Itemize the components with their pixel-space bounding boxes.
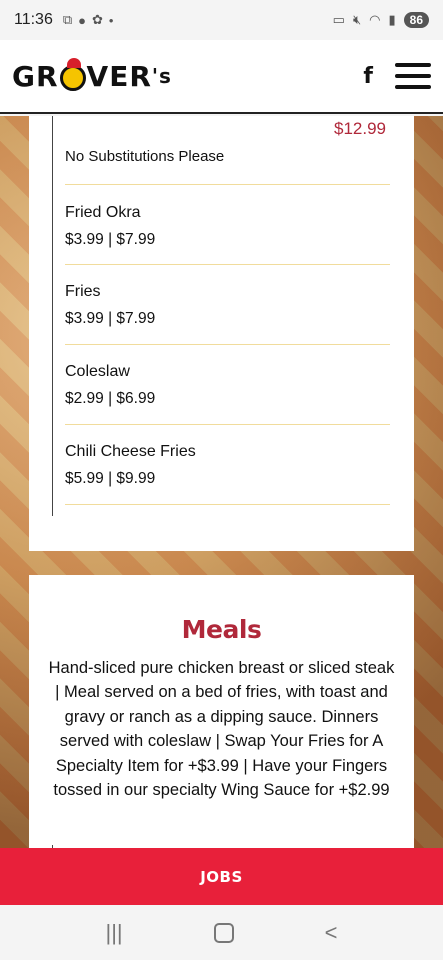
item-price: $5.99 | $9.99: [65, 470, 156, 487]
item-price: $3.99 | $7.99: [65, 231, 156, 248]
status-bar: 11:36 ⧉ ● ✿ • ▭ 🔇︎ ◠ ▮ 86: [0, 0, 443, 40]
meals-title: Meals: [181, 615, 262, 644]
menu-line: [395, 74, 431, 78]
screen-record-icon: ⧉: [62, 12, 73, 27]
home-button[interactable]: [213, 922, 234, 943]
separator: [65, 424, 390, 425]
signal-icon: ▮: [388, 12, 396, 27]
item-price: $2.99 | $6.99: [65, 390, 156, 407]
grovers-logo[interactable]: GR VER 's: [12, 58, 172, 93]
menu-line: [395, 63, 431, 67]
logo-text-post: VER: [86, 59, 152, 93]
item-price: $3.99 | $7.99: [65, 310, 156, 327]
menu-button[interactable]: [395, 63, 431, 89]
separator: [65, 264, 390, 265]
system-icons: ▭ 🔇︎ ◠ ▮ 86: [333, 12, 429, 28]
menu-note: No Substitutions Please: [65, 148, 225, 165]
cast-icon: ▭: [332, 12, 345, 27]
item-name: Chili Cheese Fries: [65, 443, 196, 460]
menu-item: Coleslaw $2.99 | $6.99: [65, 363, 390, 408]
item-name: Fried Okra: [65, 204, 141, 221]
meals-card: Meals Hand-sliced pure chicken breast or…: [29, 575, 414, 865]
vertical-rule: [52, 116, 53, 516]
menu-line: [395, 85, 431, 89]
battery-indicator: 86: [403, 12, 429, 28]
item-price: $12.99: [334, 119, 386, 138]
facebook-icon[interactable]: f: [363, 64, 373, 89]
dot-icon: •: [108, 12, 114, 28]
messenger-icon: ●: [78, 12, 87, 28]
separator: [65, 344, 390, 345]
menu-item: Fries $3.99 | $7.99: [65, 283, 390, 328]
site-header: GR VER 's f: [0, 40, 443, 114]
logo-text-pre: GR: [12, 59, 59, 93]
system-nav-bar: ||| <: [0, 905, 443, 960]
menu-item: Fried Okra $3.99 | $7.99: [65, 204, 390, 249]
separator: [65, 504, 390, 505]
notification-icons: ⧉ ● ✿ •: [63, 12, 114, 28]
meals-description: Hand-sliced pure chicken breast or slice…: [48, 659, 395, 800]
item-name: Coleslaw: [65, 363, 130, 380]
separator: [65, 184, 390, 185]
jobs-label: JOBS: [200, 867, 243, 886]
app-icon: ✿: [92, 12, 103, 27]
jobs-button[interactable]: JOBS: [0, 848, 443, 905]
menu-item: Chili Cheese Fries $5.99 | $9.99: [65, 443, 390, 488]
rooster-logo-icon: [59, 58, 86, 91]
logo-suffix: 's: [151, 64, 172, 88]
menu-card-sides: $12.99 No Substitutions Please Fried Okr…: [29, 116, 414, 551]
back-button[interactable]: <: [325, 920, 338, 946]
header-actions: f: [363, 63, 431, 89]
status-time: 11:36: [14, 11, 53, 28]
mute-icon: 🔇︎: [352, 12, 362, 27]
recent-apps-button[interactable]: |||: [105, 920, 122, 946]
item-name: Fries: [65, 283, 101, 300]
wifi-icon: ◠: [369, 12, 381, 27]
